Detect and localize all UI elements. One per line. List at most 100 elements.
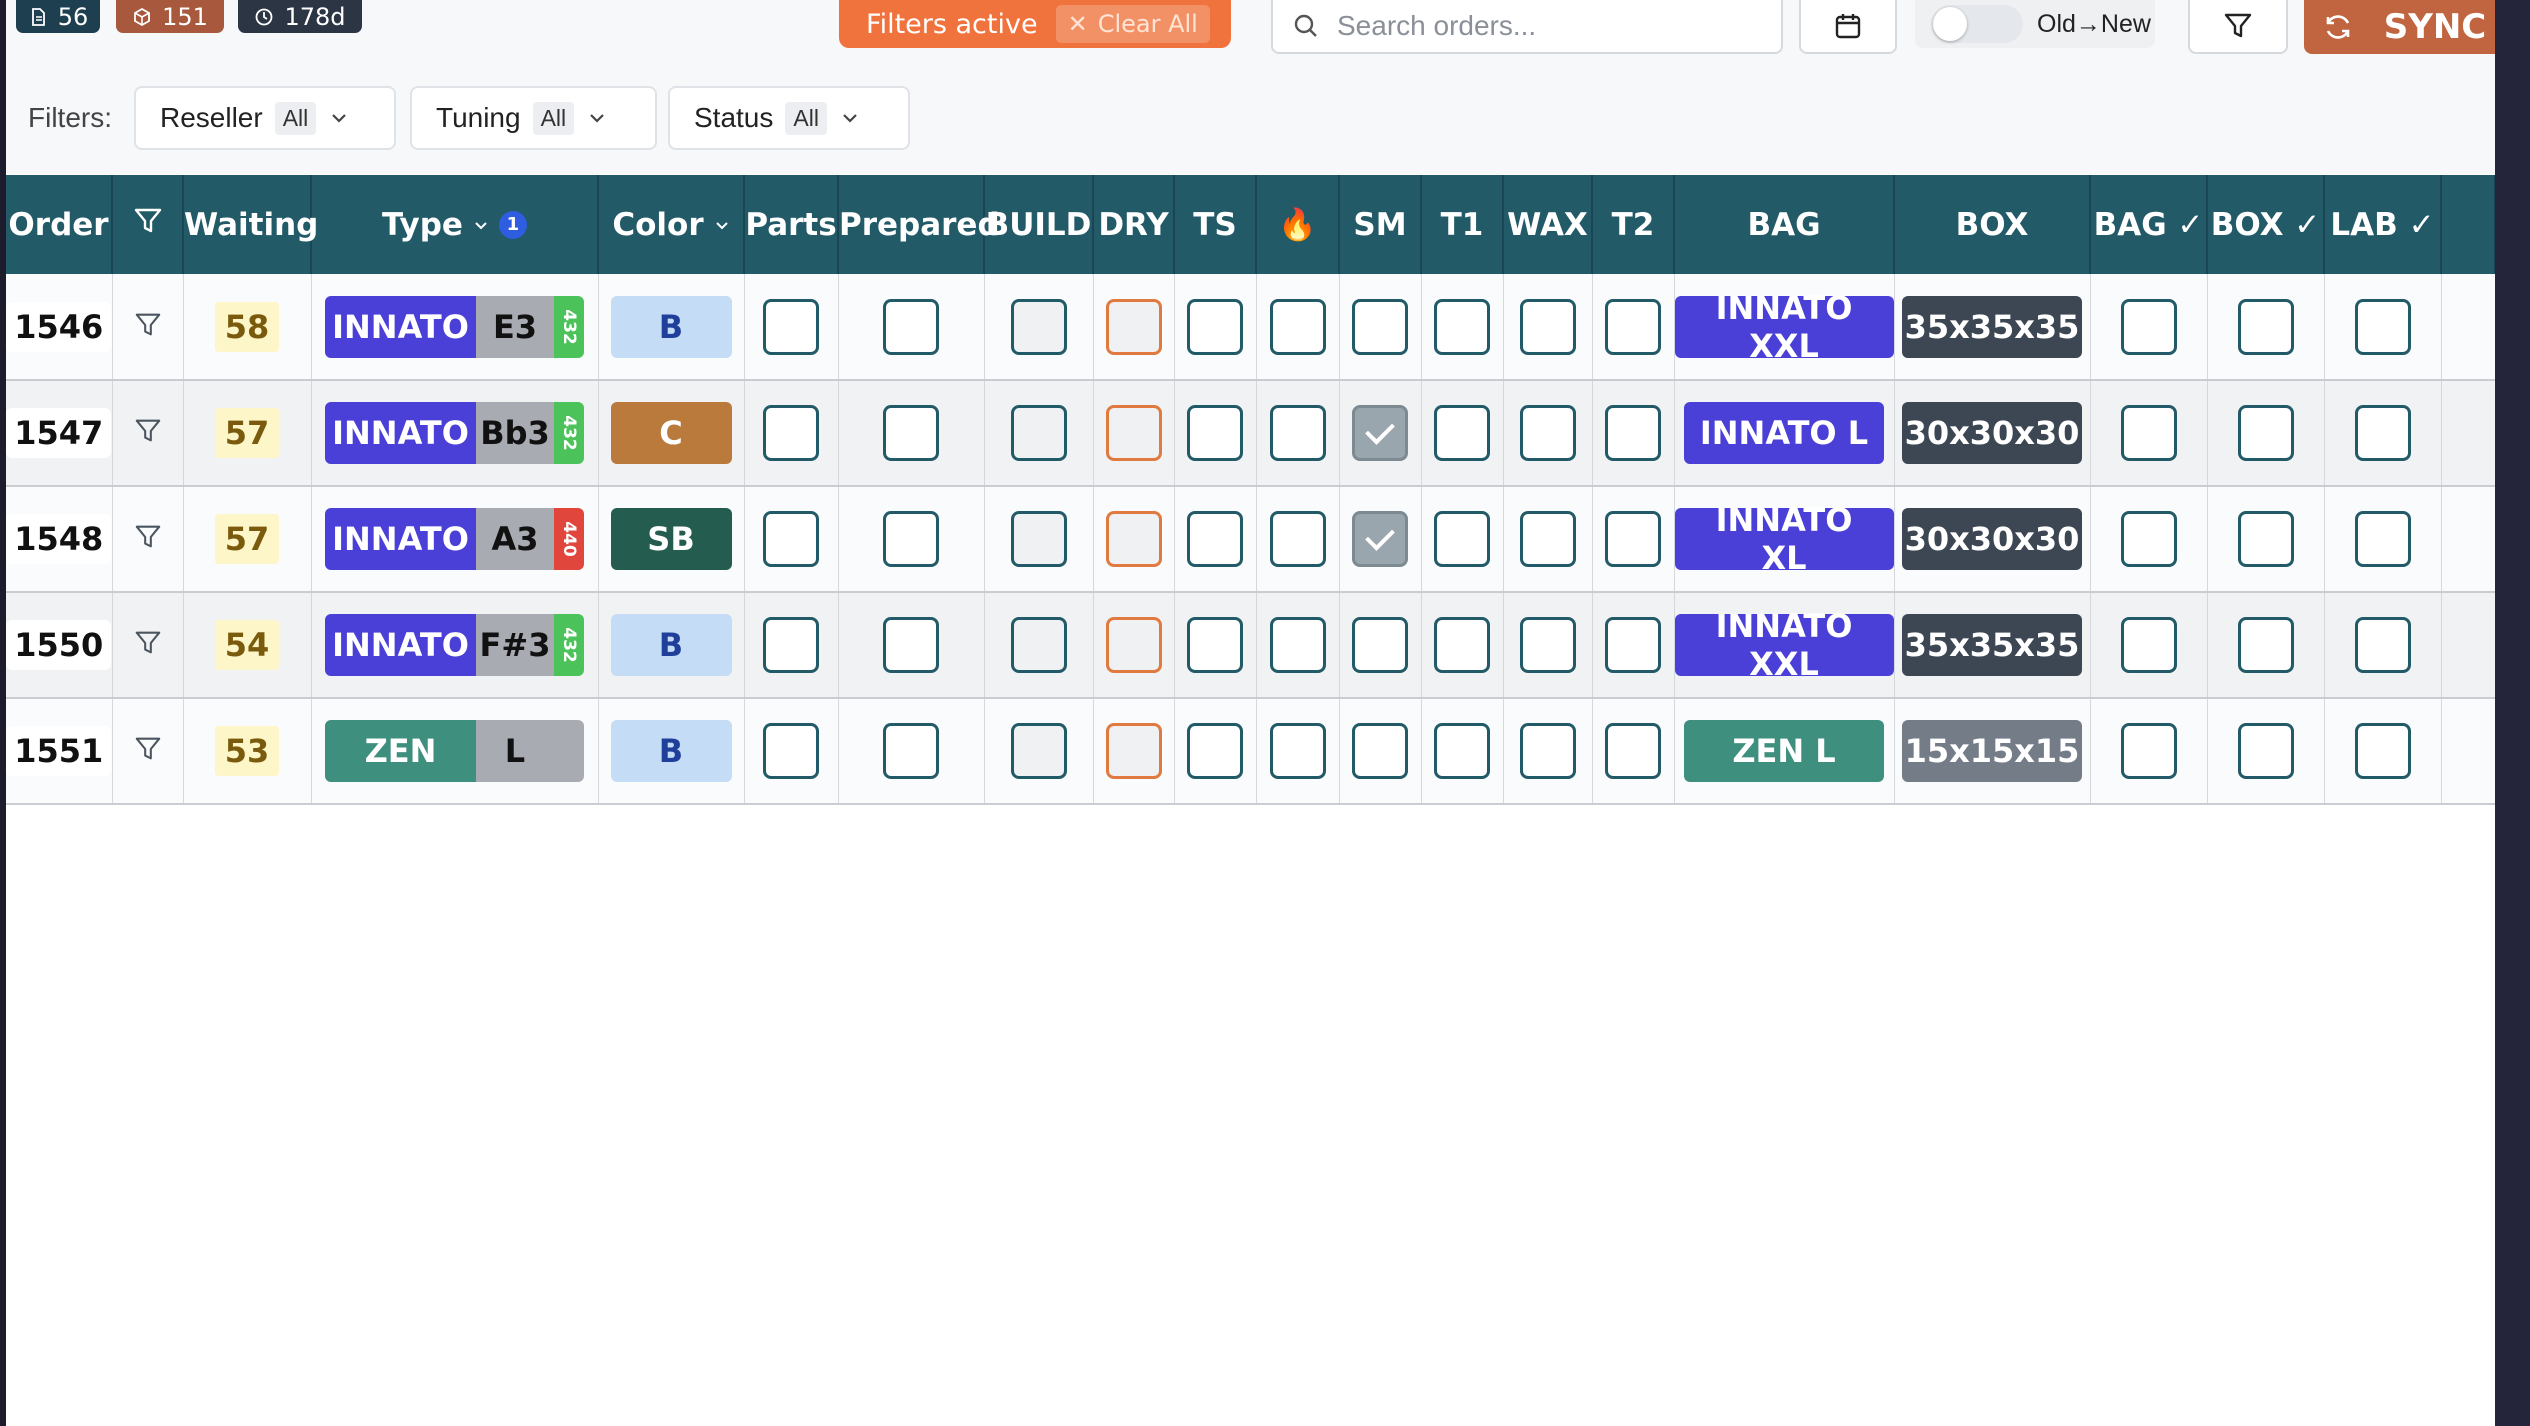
fire-checkbox[interactable]: [1269, 723, 1326, 779]
lab-check-checkbox[interactable]: [2354, 617, 2411, 673]
fire-checkbox[interactable]: [1269, 405, 1326, 461]
wax-checkbox[interactable]: [1519, 617, 1576, 673]
order-number[interactable]: 1547: [6, 408, 112, 458]
build-checkbox[interactable]: [1010, 723, 1067, 779]
prepared-checkbox[interactable]: [883, 511, 939, 567]
t1-checkbox[interactable]: [1434, 405, 1490, 461]
order-number[interactable]: 1551: [6, 726, 112, 776]
filter-button[interactable]: [2188, 0, 2288, 54]
bag-pill: INNATO XL: [1674, 501, 1894, 577]
build-cell: [984, 274, 1094, 381]
ts-checkbox[interactable]: [1187, 723, 1243, 779]
fire-checkbox[interactable]: [1269, 511, 1326, 567]
filter-icon[interactable]: [133, 734, 163, 764]
build-checkbox[interactable]: [1010, 511, 1067, 567]
t2-checkbox[interactable]: [1605, 405, 1661, 461]
fire-checkbox[interactable]: [1269, 298, 1326, 355]
dry-checkbox[interactable]: [1105, 405, 1162, 461]
box-check-checkbox[interactable]: [2237, 511, 2294, 567]
filter-icon[interactable]: [133, 310, 163, 340]
calendar-button[interactable]: [1799, 0, 1897, 54]
box-check-checkbox[interactable]: [2237, 617, 2294, 673]
parts-checkbox[interactable]: [763, 511, 819, 567]
wax-checkbox[interactable]: [1519, 511, 1576, 567]
lab-check-checkbox[interactable]: [2354, 723, 2411, 779]
color-cell: B: [598, 274, 745, 381]
sm-checkbox[interactable]: [1352, 298, 1408, 355]
dry-checkbox[interactable]: [1105, 511, 1162, 567]
box-check-checkbox[interactable]: [2237, 723, 2294, 779]
box-check-cell: [2207, 592, 2325, 699]
search-input[interactable]: [1337, 10, 1757, 42]
order-number[interactable]: 1546: [6, 301, 112, 352]
ts-checkbox[interactable]: [1187, 617, 1243, 673]
sync-button[interactable]: SYNC: [2304, 0, 2495, 54]
wax-checkbox[interactable]: [1519, 405, 1576, 461]
t1-checkbox[interactable]: [1434, 723, 1490, 779]
col-color[interactable]: Color: [598, 175, 745, 274]
parts-checkbox[interactable]: [763, 617, 819, 673]
waiting-days: 58: [214, 301, 280, 352]
tuning-filter-dropdown[interactable]: Tuning All: [410, 86, 657, 150]
order-number[interactable]: 1550: [6, 620, 112, 670]
ts-checkbox[interactable]: [1187, 511, 1243, 567]
filter-icon[interactable]: [133, 522, 163, 552]
col-type[interactable]: Type 1: [311, 175, 599, 274]
ts-cell: [1174, 274, 1257, 381]
type-cell: INNATO A3 440: [311, 486, 599, 593]
clear-all-button[interactable]: ✕ Clear All: [1055, 5, 1210, 43]
ts-checkbox[interactable]: [1187, 298, 1243, 355]
lab-check-checkbox[interactable]: [2354, 298, 2411, 355]
t2-checkbox[interactable]: [1605, 298, 1661, 355]
ts-checkbox[interactable]: [1187, 405, 1243, 461]
status-filter-dropdown[interactable]: Status All: [668, 86, 910, 150]
t2-checkbox[interactable]: [1605, 723, 1661, 779]
build-checkbox[interactable]: [1010, 405, 1067, 461]
sm-checkbox[interactable]: [1352, 511, 1408, 567]
t1-checkbox[interactable]: [1434, 617, 1490, 673]
sm-checkbox[interactable]: [1352, 723, 1408, 779]
t1-checkbox[interactable]: [1434, 298, 1490, 355]
lab-check-checkbox[interactable]: [2354, 405, 2411, 461]
prepared-cell: [838, 486, 985, 593]
order-number[interactable]: 1548: [6, 514, 112, 564]
dry-checkbox[interactable]: [1105, 298, 1162, 355]
tuning-filter-value: All: [532, 101, 575, 135]
sort-toggle-switch[interactable]: [1931, 5, 2023, 43]
fire-checkbox[interactable]: [1269, 617, 1326, 673]
parts-cell: [744, 380, 839, 487]
box-check-checkbox[interactable]: [2237, 298, 2294, 355]
build-checkbox[interactable]: [1010, 298, 1067, 355]
bag-check-checkbox[interactable]: [2120, 298, 2177, 355]
bag-check-checkbox[interactable]: [2120, 723, 2177, 779]
build-checkbox[interactable]: [1010, 617, 1067, 673]
prepared-checkbox[interactable]: [883, 405, 939, 461]
bag-check-checkbox[interactable]: [2120, 617, 2177, 673]
sm-checkbox[interactable]: [1352, 405, 1408, 461]
col-order[interactable]: Order: [6, 175, 113, 274]
parts-checkbox[interactable]: [763, 405, 819, 461]
lab-check-checkbox[interactable]: [2354, 511, 2411, 567]
prepared-checkbox[interactable]: [883, 617, 939, 673]
t1-checkbox[interactable]: [1434, 511, 1490, 567]
parts-checkbox[interactable]: [763, 298, 819, 355]
prepared-checkbox[interactable]: [883, 723, 939, 779]
col-waiting[interactable]: Waiting: [183, 175, 318, 274]
wax-checkbox[interactable]: [1519, 298, 1576, 355]
sm-checkbox[interactable]: [1352, 617, 1408, 673]
parts-checkbox[interactable]: [763, 723, 819, 779]
search-box: [1271, 0, 1783, 54]
wax-checkbox[interactable]: [1519, 723, 1576, 779]
filter-icon[interactable]: [133, 416, 163, 446]
dry-checkbox[interactable]: [1105, 617, 1162, 673]
bag-check-checkbox[interactable]: [2120, 405, 2177, 461]
bag-check-checkbox[interactable]: [2120, 511, 2177, 567]
order-cell: 1550: [6, 592, 113, 699]
dry-checkbox[interactable]: [1105, 723, 1162, 779]
t2-checkbox[interactable]: [1605, 511, 1661, 567]
box-check-checkbox[interactable]: [2237, 405, 2294, 461]
reseller-filter-dropdown[interactable]: Reseller All: [134, 86, 396, 150]
prepared-checkbox[interactable]: [883, 298, 939, 355]
filter-icon[interactable]: [133, 628, 163, 658]
t2-checkbox[interactable]: [1605, 617, 1661, 673]
